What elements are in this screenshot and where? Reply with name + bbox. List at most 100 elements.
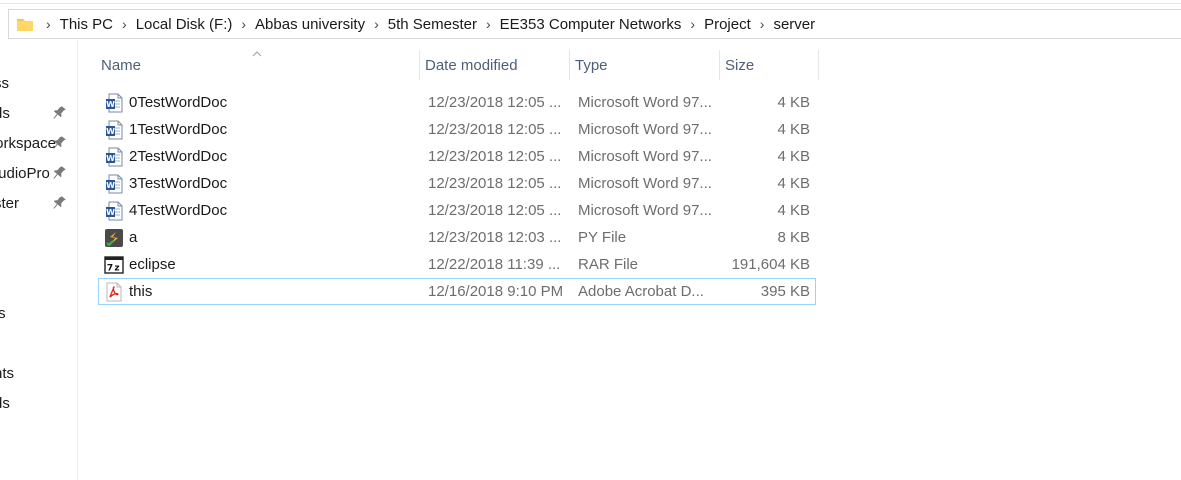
file-size: 4 KB [777, 148, 810, 165]
file-name-cell[interactable]: W 1TestWordDoc [99, 120, 420, 140]
file-type: Microsoft Word 97... [578, 121, 712, 138]
folder-icon [13, 10, 37, 38]
file-size: 4 KB [777, 175, 810, 192]
chevron-right-icon[interactable]: › [751, 16, 774, 32]
file-date: 12/23/2018 12:03 ... [428, 229, 562, 246]
file-name-cell[interactable]: this [99, 282, 420, 302]
chevron-right-icon[interactable]: › [232, 16, 255, 32]
nav-item-label: ss [0, 74, 9, 92]
svg-text:W: W [106, 127, 115, 136]
pdf-file-icon [104, 282, 124, 302]
file-name: this [129, 283, 153, 300]
file-name: 1TestWordDoc [129, 121, 228, 138]
file-date: 12/23/2018 12:05 ... [428, 175, 562, 192]
file-date: 12/16/2018 9:10 PM [428, 283, 564, 300]
navigation-pane[interactable]: ss ds workspace tudioPro ster ts nts ds [0, 40, 78, 480]
column-header-name[interactable]: Name [96, 50, 419, 80]
svg-text:W: W [106, 181, 115, 190]
file-name-cell[interactable]: 7 z eclipse [99, 255, 420, 275]
chevron-right-icon[interactable]: › [37, 16, 60, 32]
pin-icon[interactable] [52, 105, 66, 121]
nav-item-label: tudioPro [0, 164, 50, 182]
file-name-cell[interactable]: a [99, 228, 420, 248]
nav-item[interactable]: ster [0, 191, 77, 215]
breadcrumb-abbas-university[interactable]: Abbas university [255, 16, 365, 33]
file-type: PY File [578, 229, 627, 246]
svg-text:7: 7 [107, 263, 113, 273]
file-type: Adobe Acrobat D... [578, 283, 704, 300]
file-size: 4 KB [777, 94, 810, 111]
file-row[interactable]: W 3TestWordDoc 12/23/2018 12:05 ... Microso… [98, 170, 816, 197]
nav-item[interactable]: nts [0, 361, 77, 385]
file-date: 12/23/2018 12:05 ... [428, 148, 562, 165]
file-name: 4TestWordDoc [129, 202, 228, 219]
file-size: 4 KB [777, 121, 810, 138]
chevron-right-icon[interactable]: › [365, 16, 388, 32]
file-size: 395 KB [760, 283, 810, 300]
file-row[interactable]: this 12/16/2018 9:10 PM Adobe Acrobat D...… [98, 278, 816, 305]
nav-item[interactable]: ts [0, 301, 77, 325]
breadcrumb-ee353[interactable]: EE353 Computer Networks [500, 16, 682, 33]
column-header-size[interactable]: Size [719, 50, 819, 80]
file-name-cell[interactable]: W 3TestWordDoc [99, 174, 420, 194]
file-name: 3TestWordDoc [129, 175, 228, 192]
file-name-cell[interactable]: W 0TestWordDoc [99, 93, 420, 113]
svg-text:W: W [106, 208, 115, 217]
file-row[interactable]: 7 z eclipse 12/22/2018 11:39 ... RAR File 191… [98, 251, 816, 278]
breadcrumb-this-pc[interactable]: This PC [60, 16, 113, 33]
nav-item-label: ds [0, 394, 10, 412]
file-date: 12/22/2018 11:39 ... [428, 256, 561, 273]
pin-icon[interactable] [52, 165, 66, 181]
chevron-right-icon[interactable]: › [113, 16, 136, 32]
nav-item-label: ds [0, 104, 10, 122]
nav-item-label: ts [0, 305, 56, 322]
file-row[interactable]: W 4TestWordDoc 12/23/2018 12:05 ... Microso… [98, 197, 816, 224]
file-size: 191,604 KB [731, 256, 810, 273]
pin-icon[interactable] [52, 195, 66, 211]
nav-item[interactable]: ds [0, 391, 77, 415]
svg-text:W: W [106, 154, 115, 163]
file-row[interactable]: W 0TestWordDoc 12/23/2018 12:05 ... Microso… [98, 89, 816, 116]
breadcrumb-project[interactable]: Project [704, 16, 751, 33]
file-name: 2TestWordDoc [129, 148, 228, 165]
column-headers: Name Date modified Type Size [96, 50, 819, 80]
svg-text:W: W [106, 100, 115, 109]
file-size: 8 KB [777, 229, 810, 246]
file-name-cell[interactable]: W 2TestWordDoc [99, 147, 420, 167]
breadcrumb-server[interactable]: server [773, 16, 815, 33]
file-date: 12/23/2018 12:05 ... [428, 202, 562, 219]
file-type: Microsoft Word 97... [578, 202, 712, 219]
file-row[interactable]: W 1TestWordDoc 12/23/2018 12:05 ... Microso… [98, 116, 816, 143]
file-row[interactable]: W 2TestWordDoc 12/23/2018 12:05 ... Microso… [98, 143, 816, 170]
nav-item-label: ster [0, 194, 20, 212]
address-bar[interactable]: › This PC › Local Disk (F:) › Abbas univ… [8, 9, 1181, 39]
pin-icon[interactable] [52, 135, 66, 151]
nav-item[interactable]: ds [0, 101, 77, 125]
breadcrumb-local-disk[interactable]: Local Disk (F:) [136, 16, 233, 33]
word-doc-icon: W [104, 93, 124, 113]
column-header-date[interactable]: Date modified [419, 50, 569, 80]
chevron-right-icon[interactable]: › [681, 16, 704, 32]
breadcrumb-5th-semester[interactable]: 5th Semester [388, 16, 477, 33]
archive-file-icon: 7z [104, 255, 124, 275]
column-header-type[interactable]: Type [569, 50, 719, 80]
file-name: eclipse [129, 256, 176, 273]
file-size: 4 KB [777, 202, 810, 219]
nav-item[interactable]: workspace [0, 131, 77, 155]
file-type: Microsoft Word 97... [578, 148, 712, 165]
nav-item[interactable]: ss [0, 71, 77, 95]
file-list: W 0TestWordDoc 12/23/2018 12:05 ... Microso… [98, 89, 816, 305]
word-doc-icon: W [104, 120, 124, 140]
file-row[interactable]: a 12/23/2018 12:03 ... PY File 8 KB [98, 224, 816, 251]
file-name: a [129, 229, 138, 246]
file-name-cell[interactable]: W 4TestWordDoc [99, 201, 420, 221]
nav-item[interactable]: tudioPro [0, 161, 77, 185]
file-date: 12/23/2018 12:05 ... [428, 94, 562, 111]
word-doc-icon: W [104, 201, 124, 221]
nav-item-label: workspace [0, 134, 56, 152]
file-name: 0TestWordDoc [129, 94, 228, 111]
file-type: RAR File [578, 256, 639, 273]
svg-text:z: z [114, 263, 119, 273]
file-type: Microsoft Word 97... [578, 175, 712, 192]
chevron-right-icon[interactable]: › [477, 16, 500, 32]
